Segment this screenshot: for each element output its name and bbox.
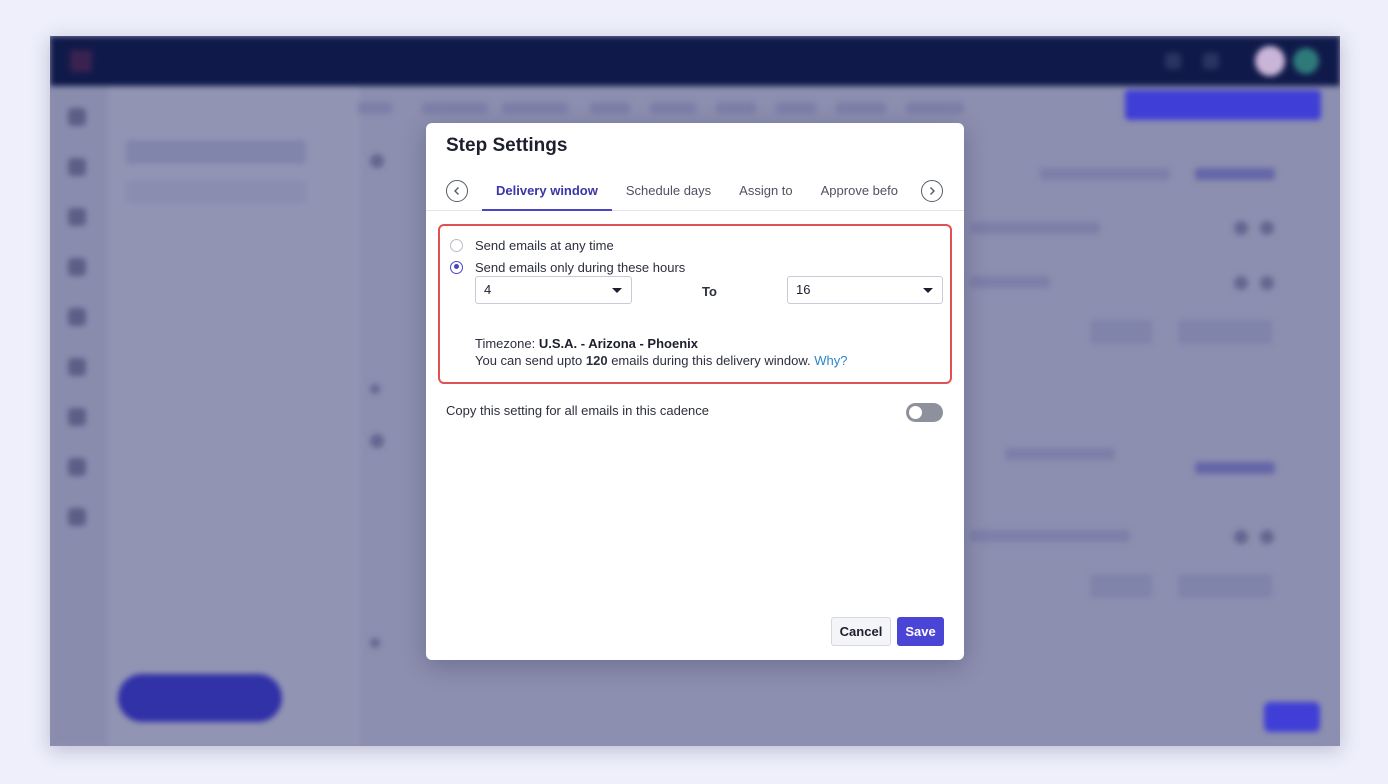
send-limit-info: You can send upto 120 emails during this… [475, 353, 847, 368]
secondary-avatar [1293, 48, 1319, 74]
from-hour-value: 4 [484, 282, 492, 297]
radio-any-time[interactable] [450, 238, 463, 252]
row-icon [1234, 276, 1248, 290]
delivery-window-section: Send emails at any time Send emails only… [438, 224, 952, 384]
timezone-info: Timezone: U.S.A. - Arizona - Phoenix [475, 336, 698, 351]
floating-action-button [118, 674, 282, 722]
tab-assign-to[interactable]: Assign to [725, 179, 806, 211]
row-icon [1234, 221, 1248, 235]
caret-down-icon [612, 288, 622, 293]
row-button [1178, 574, 1272, 598]
tab-schedule-days[interactable]: Schedule days [612, 179, 725, 211]
option-specific-hours-label: Send emails only during these hours [475, 259, 686, 275]
notification-icon [1203, 53, 1219, 69]
row-icon [1260, 276, 1274, 290]
row-text [1005, 448, 1115, 460]
main-tab [836, 102, 886, 114]
app-logo [70, 50, 92, 72]
option-any-time-label: Send emails at any time [475, 237, 614, 253]
row-text [1195, 168, 1275, 180]
save-button[interactable]: Save [897, 617, 944, 646]
row-icon [1260, 530, 1274, 544]
cancel-button[interactable]: Cancel [831, 617, 891, 646]
step-icon [370, 154, 384, 168]
row-icon [1234, 530, 1248, 544]
row-text [970, 530, 1130, 542]
primary-action-button [1125, 90, 1321, 120]
copy-setting-toggle[interactable] [906, 403, 943, 422]
reports-icon [68, 458, 86, 476]
settings-tabs: Delivery window Schedule days Assign to App… [426, 179, 964, 211]
option-any-time[interactable]: Send emails at any time [450, 236, 614, 254]
inbox-icon [68, 158, 86, 176]
contacts-icon [68, 208, 86, 226]
chevron-left-icon [454, 187, 459, 195]
step-icon [370, 434, 384, 448]
why-link[interactable]: Why? [814, 353, 847, 368]
radio-specific-hours[interactable] [450, 260, 463, 274]
left-rail [50, 86, 108, 746]
search-icon [1165, 53, 1181, 69]
main-tab [906, 102, 964, 114]
send-icon [68, 258, 86, 276]
timezone-value: U.S.A. - Arizona - Phoenix [538, 336, 698, 351]
modal-title: Step Settings [446, 135, 568, 156]
corner-button [1264, 702, 1320, 732]
secondary-panel [108, 86, 360, 746]
row-button [1178, 320, 1272, 344]
copy-setting-label: Copy this setting for all emails in this… [446, 403, 710, 418]
settings-icon [68, 508, 86, 526]
calendar-icon [68, 308, 86, 326]
tab-delivery-window[interactable]: Delivery window [482, 179, 612, 211]
row-text [1040, 168, 1170, 180]
option-specific-hours[interactable]: Send emails only during these hours [450, 258, 685, 276]
tabs-viewport: Delivery window Schedule days Assign to App… [482, 179, 908, 211]
home-icon [68, 108, 86, 126]
main-tab [422, 102, 488, 114]
row-text [970, 276, 1050, 288]
row-text [1195, 462, 1275, 474]
tab-approve-before[interactable]: Approve befo [807, 179, 908, 211]
main-tab [776, 102, 816, 114]
chat-icon [68, 358, 86, 376]
row-button [1090, 320, 1152, 344]
tabs-next-button[interactable] [921, 180, 943, 202]
user-avatar [1255, 46, 1285, 76]
main-tab [590, 102, 630, 114]
row-text [970, 222, 1100, 234]
main-tab [716, 102, 756, 114]
row-icon [1260, 221, 1274, 235]
limit-prefix: You can send upto [475, 353, 583, 368]
row-button [1090, 574, 1152, 598]
main-tab [358, 102, 392, 114]
limit-count: 120 [585, 353, 608, 368]
to-label: To [702, 284, 717, 299]
tabs-prev-button[interactable] [446, 180, 468, 202]
phone-icon [68, 408, 86, 426]
from-hour-select[interactable]: 4 [475, 276, 632, 304]
to-hour-select[interactable]: 16 [787, 276, 943, 304]
top-bar [50, 36, 1340, 86]
panel-item [126, 180, 306, 204]
panel-item-active [126, 140, 306, 164]
caret-down-icon [923, 288, 933, 293]
main-tab [502, 102, 568, 114]
main-tab [650, 102, 696, 114]
to-hour-value: 16 [796, 282, 811, 297]
limit-suffix: emails during this delivery window. [611, 353, 811, 368]
step-icon [370, 638, 380, 648]
timezone-label: Timezone: [475, 336, 536, 351]
step-settings-modal: Step Settings Delivery window Schedule da… [426, 123, 964, 660]
chevron-right-icon [930, 187, 935, 195]
step-icon [370, 384, 380, 394]
